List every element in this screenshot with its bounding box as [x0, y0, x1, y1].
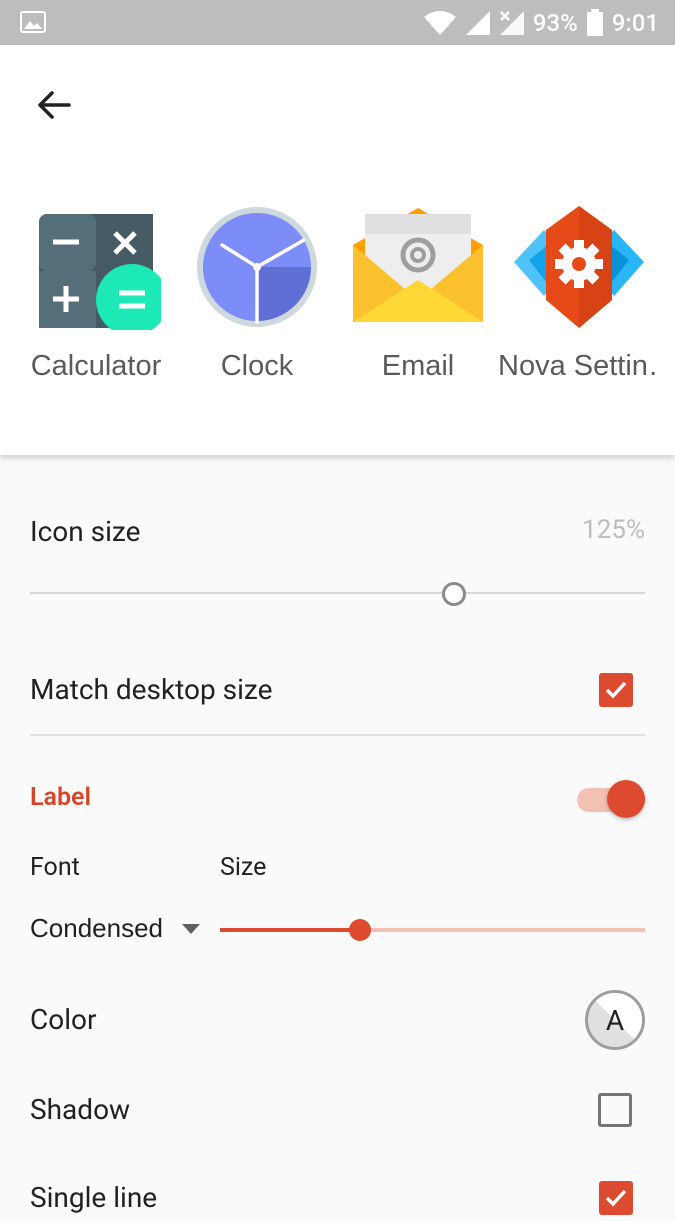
- app-label-calculator: Calculator: [30, 350, 162, 382]
- icon-size-value: 125%: [582, 515, 645, 545]
- label-color-letter: A: [605, 1003, 625, 1037]
- clock-time: 9:01: [611, 9, 659, 37]
- no-sim-signal-icon: [499, 11, 524, 35]
- font-dropdown-value: Condensed: [30, 913, 163, 943]
- label-shadow-setting[interactable]: Shadow: [30, 1093, 645, 1133]
- preview-app-email: Email: [337, 200, 499, 400]
- font-title: Font: [30, 853, 80, 882]
- section-divider: [30, 734, 645, 736]
- label-size-slider-thumb[interactable]: [349, 919, 371, 941]
- battery-percent: 93%: [532, 9, 578, 37]
- label-single-line-setting[interactable]: Single line: [30, 1181, 645, 1221]
- check-icon: [605, 681, 627, 699]
- match-desktop-size-title: Match desktop size: [30, 673, 273, 706]
- font-dropdown[interactable]: Condensed: [30, 913, 201, 944]
- nova-settings-icon: [514, 206, 644, 328]
- app-label-nova-settings: Nova Settin…: [498, 350, 660, 382]
- label-single-line-checkbox[interactable]: [599, 1181, 633, 1215]
- email-icon: [353, 208, 483, 322]
- label-single-line-title: Single line: [30, 1181, 158, 1214]
- label-color-title: Color: [30, 1003, 97, 1036]
- status-bar: 93% 9:01: [0, 0, 675, 45]
- preview-apps: Calculator Clock Email Nova Settin…: [0, 200, 675, 400]
- app-label-email: Email: [381, 350, 455, 382]
- icon-preview-panel: Calculator Clock Email Nova Settin…: [0, 45, 675, 455]
- label-shadow-title: Shadow: [30, 1093, 131, 1126]
- app-label-clock: Clock: [220, 350, 294, 382]
- label-section-title: Label: [30, 783, 91, 812]
- label-toggle-knob: [607, 780, 645, 818]
- status-icons: 93% 9:01: [423, 6, 659, 40]
- icon-size-slider[interactable]: [30, 592, 645, 594]
- icon-size-slider-thumb[interactable]: [442, 582, 466, 606]
- match-desktop-size-checkbox[interactable]: [599, 673, 633, 707]
- label-section-header: Label: [30, 783, 645, 819]
- icon-size-setting: Icon size 125%: [30, 515, 645, 555]
- arrow-back-icon: [38, 91, 71, 119]
- label-toggle[interactable]: [577, 778, 645, 818]
- label-color-setting[interactable]: Color: [30, 1003, 645, 1043]
- preview-app-clock: Clock: [176, 200, 338, 400]
- icon-size-title: Icon size: [30, 515, 141, 548]
- label-size-slider-rest: [360, 928, 645, 932]
- clock-icon: [197, 207, 317, 327]
- check-icon: [605, 1189, 627, 1207]
- label-size-slider[interactable]: [220, 919, 645, 941]
- cell-signal-icon: [465, 11, 490, 35]
- preview-app-nova-settings: Nova Settin…: [498, 200, 660, 400]
- label-color-preview[interactable]: A: [585, 990, 645, 1050]
- calculator-icon: [39, 214, 161, 330]
- label-shadow-checkbox[interactable]: [598, 1093, 632, 1127]
- dropdown-arrow-icon: [182, 923, 200, 934]
- match-desktop-size-setting[interactable]: Match desktop size: [30, 673, 645, 713]
- label-size-slider-fill: [220, 928, 360, 932]
- wifi-icon: [423, 11, 456, 35]
- battery-icon: [586, 9, 603, 36]
- back-button[interactable]: [26, 77, 82, 133]
- preview-app-calculator: Calculator: [15, 200, 177, 400]
- size-title: Size: [220, 853, 267, 882]
- image-notification-icon: [20, 11, 46, 33]
